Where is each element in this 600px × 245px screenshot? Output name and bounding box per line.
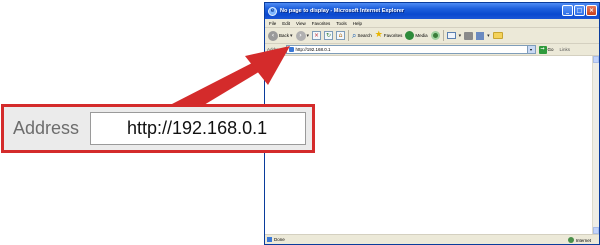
favorites-label: Favorites	[383, 33, 403, 38]
zoom-address-field: http://192.168.0.1	[90, 112, 306, 145]
page-status-icon	[267, 237, 272, 242]
chevron-down-icon: ▾	[290, 32, 293, 39]
minimize-button[interactable]: _	[562, 5, 573, 16]
address-label: Address	[267, 47, 284, 52]
chevron-down-icon: ▾	[306, 32, 310, 39]
ie-logo-icon: e	[268, 6, 277, 16]
menu-favorites[interactable]: Favorites	[312, 21, 331, 26]
media-button[interactable]: Media	[405, 31, 428, 40]
home-icon[interactable]: ⌂	[336, 31, 346, 40]
menu-tools[interactable]: Tools	[336, 21, 347, 26]
edit-icon[interactable]	[476, 31, 485, 40]
history-icon[interactable]	[430, 31, 440, 40]
folder-icon[interactable]	[492, 32, 503, 39]
stop-icon[interactable]: ×	[312, 31, 322, 40]
toolbar-divider	[442, 30, 444, 41]
back-icon: ‹	[268, 30, 278, 41]
go-button[interactable]: → Go	[538, 45, 554, 54]
search-label: Search	[357, 33, 372, 38]
toolbar-divider	[348, 30, 350, 41]
zone-label: Internet	[575, 237, 591, 243]
status-text: Done	[274, 237, 285, 242]
chevron-down-icon: ▾	[458, 32, 462, 39]
links-button[interactable]: Links	[560, 47, 571, 52]
scroll-up-button[interactable]	[593, 56, 599, 63]
menu-help[interactable]: Help	[353, 21, 362, 26]
favorites-button[interactable]: ★ Favorites	[375, 31, 403, 40]
chevron-down-icon: ▾	[487, 32, 490, 39]
close-button[interactable]: ×	[586, 5, 597, 16]
back-label: Back	[279, 33, 290, 38]
address-dropdown-icon[interactable]: ▾	[526, 46, 535, 53]
forward-icon: ›	[295, 30, 306, 41]
address-input[interactable]: http://192.168.0.1 ▾	[285, 45, 536, 54]
security-zone: Internet	[567, 237, 591, 243]
search-icon: ⌕	[352, 30, 357, 40]
maximize-button[interactable]: □	[574, 5, 585, 16]
scroll-down-button[interactable]	[593, 227, 599, 234]
forward-button[interactable]: › ▾	[295, 30, 310, 41]
mail-icon[interactable]	[446, 32, 456, 39]
status-bar: Done Internet	[265, 234, 599, 244]
vertical-scrollbar[interactable]	[592, 56, 599, 234]
globe-icon	[567, 237, 574, 243]
media-icon	[405, 31, 415, 40]
refresh-icon[interactable]: ↻	[324, 31, 334, 40]
menu-file[interactable]: File	[269, 21, 276, 26]
go-label: Go	[547, 47, 554, 52]
media-label: Media	[415, 33, 428, 38]
page-content[interactable]	[265, 56, 599, 234]
zoom-address-label: Address	[13, 118, 80, 138]
window-title: No page to display - Microsoft Internet …	[280, 8, 405, 14]
title-bar[interactable]: e No page to display - Microsoft Interne…	[265, 3, 599, 19]
back-button[interactable]: ‹ Back ▾	[268, 30, 293, 41]
print-icon[interactable]	[464, 31, 474, 40]
menu-bar: File Edit View Favorites Tools Help	[265, 19, 599, 28]
address-url: http://192.168.0.1	[295, 47, 331, 52]
standard-toolbar: ‹ Back ▾ › ▾ × ↻ ⌂ ⌕ Search ★ Favorites …	[265, 28, 599, 44]
address-bar: Address http://192.168.0.1 ▾ → Go Links	[265, 44, 599, 56]
favorites-star-icon: ★	[374, 30, 383, 40]
page-icon	[288, 47, 294, 52]
window-controls: _ □ ×	[562, 5, 597, 16]
go-arrow-icon: →	[538, 45, 547, 54]
address-zoom-callout: Address http://192.168.0.1	[1, 104, 315, 153]
menu-edit[interactable]: Edit	[282, 21, 290, 26]
search-button[interactable]: ⌕ Search	[352, 30, 372, 40]
menu-view[interactable]: View	[296, 21, 306, 26]
